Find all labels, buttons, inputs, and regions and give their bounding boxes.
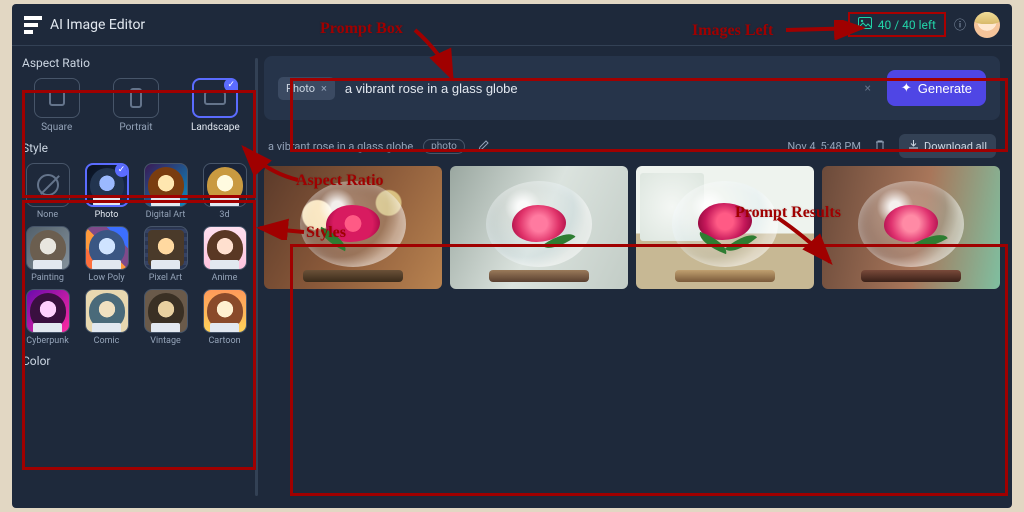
aspect-portrait[interactable]: Portrait <box>101 78 170 133</box>
sidebar: Aspect Ratio Square Portrait ✓ Landscape <box>12 46 260 508</box>
result-prompt: a vibrant rose in a glass globe <box>268 140 413 153</box>
app-root: AI Image Editor 40 / 40 left ⓘ Aspect Ra… <box>12 4 1012 508</box>
result-image[interactable] <box>264 166 442 289</box>
panel-title-aspect: Aspect Ratio <box>22 56 250 70</box>
download-all-button[interactable]: Download all <box>899 134 996 158</box>
style-panel: Style None ✓ Photo Digital Art 3d Paintin… <box>22 141 250 346</box>
style-label: Painting <box>31 273 64 283</box>
style-low-poly[interactable]: Low Poly <box>81 226 132 283</box>
style-label: Photo <box>95 210 119 220</box>
style-label: Low Poly <box>88 273 124 283</box>
panel-title-color: Color <box>22 354 250 368</box>
style-label: Anime <box>212 273 238 283</box>
style-digital-art[interactable]: Digital Art <box>140 163 191 220</box>
generate-label: Generate <box>918 81 972 96</box>
style-label: 3d <box>219 210 229 220</box>
generate-button[interactable]: ✦ Generate <box>887 70 986 106</box>
style-label: Pixel Art <box>149 273 183 283</box>
download-label: Download all <box>924 140 987 153</box>
prompt-input[interactable] <box>345 81 849 96</box>
panel-title-style: Style <box>22 141 250 155</box>
image-icon <box>858 17 872 32</box>
style-vintage[interactable]: Vintage <box>140 289 191 346</box>
chip-label: Photo <box>286 82 315 95</box>
style-pixel-art[interactable]: Pixel Art <box>140 226 191 283</box>
style-label: Cartoon <box>208 336 240 346</box>
check-icon: ✓ <box>224 78 238 92</box>
prompt-bar: Photo × × ✦ Generate <box>264 56 1000 120</box>
style-cyberpunk[interactable]: Cyberpunk <box>22 289 73 346</box>
logo-icon <box>24 16 42 34</box>
results-header: a vibrant rose in a glass globe photo No… <box>264 134 1000 158</box>
result-image[interactable] <box>450 166 628 289</box>
color-panel: Color <box>22 354 250 368</box>
edit-icon[interactable] <box>475 136 493 157</box>
style-anime[interactable]: Anime <box>199 226 250 283</box>
style-photo[interactable]: ✓ Photo <box>81 163 132 220</box>
style-painting[interactable]: Painting <box>22 226 73 283</box>
style-comic[interactable]: Comic <box>81 289 132 346</box>
close-icon[interactable]: × <box>321 82 327 95</box>
credits-text: 40 / 40 left <box>878 18 936 32</box>
aspect-square[interactable]: Square <box>22 78 91 133</box>
page-title: AI Image Editor <box>50 17 145 33</box>
main-area: Photo × × ✦ Generate a vibrant rose in a… <box>260 46 1012 508</box>
sidebar-scrollbar[interactable] <box>255 58 258 496</box>
trash-icon[interactable] <box>871 136 889 157</box>
style-label: None <box>37 210 58 220</box>
style-label: Comic <box>94 336 120 346</box>
aspect-ratio-panel: Aspect Ratio Square Portrait ✓ Landscape <box>22 56 250 133</box>
style-cartoon[interactable]: Cartoon <box>199 289 250 346</box>
app-body: Aspect Ratio Square Portrait ✓ Landscape <box>12 46 1012 508</box>
credits-badge: 40 / 40 left <box>848 12 946 37</box>
avatar[interactable] <box>974 12 1000 38</box>
results-section: a vibrant rose in a glass globe photo No… <box>264 134 1000 498</box>
clear-icon[interactable]: × <box>858 81 876 95</box>
result-image[interactable] <box>822 166 1000 289</box>
aspect-landscape[interactable]: ✓ Landscape <box>181 78 250 133</box>
result-time: Nov 4, 5:48 PM <box>787 140 861 153</box>
result-tag: photo <box>423 139 465 154</box>
style-3d[interactable]: 3d <box>199 163 250 220</box>
style-none[interactable]: None <box>22 163 73 220</box>
aspect-label: Landscape <box>191 122 240 133</box>
app-header: AI Image Editor 40 / 40 left ⓘ <box>12 4 1012 46</box>
result-grid <box>264 166 1000 498</box>
style-label: Vintage <box>150 336 181 346</box>
sparkle-icon: ✦ <box>901 80 912 96</box>
style-label: Cyberpunk <box>26 336 69 346</box>
aspect-label: Portrait <box>119 122 152 133</box>
prompt-tag-chip[interactable]: Photo × <box>278 77 335 100</box>
check-icon: ✓ <box>115 163 129 177</box>
result-image[interactable] <box>636 166 814 289</box>
aspect-label: Square <box>41 122 72 133</box>
style-label: Digital Art <box>146 210 186 220</box>
info-icon[interactable]: ⓘ <box>954 16 966 33</box>
download-icon <box>908 139 919 153</box>
